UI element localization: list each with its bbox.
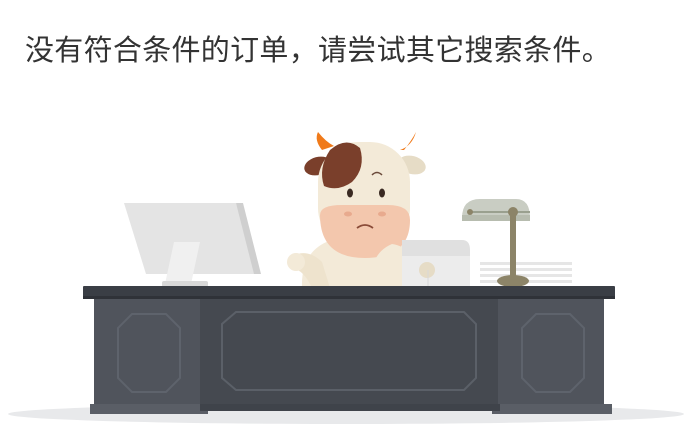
monitor-icon xyxy=(124,203,261,287)
empty-orders-state: 没有符合条件的订单，请尝试其它搜索条件。 xyxy=(0,0,700,436)
desk xyxy=(83,286,615,414)
document-icon xyxy=(402,240,470,286)
cow-at-desk-illustration xyxy=(8,132,684,424)
desk-lamp-icon xyxy=(462,199,530,287)
